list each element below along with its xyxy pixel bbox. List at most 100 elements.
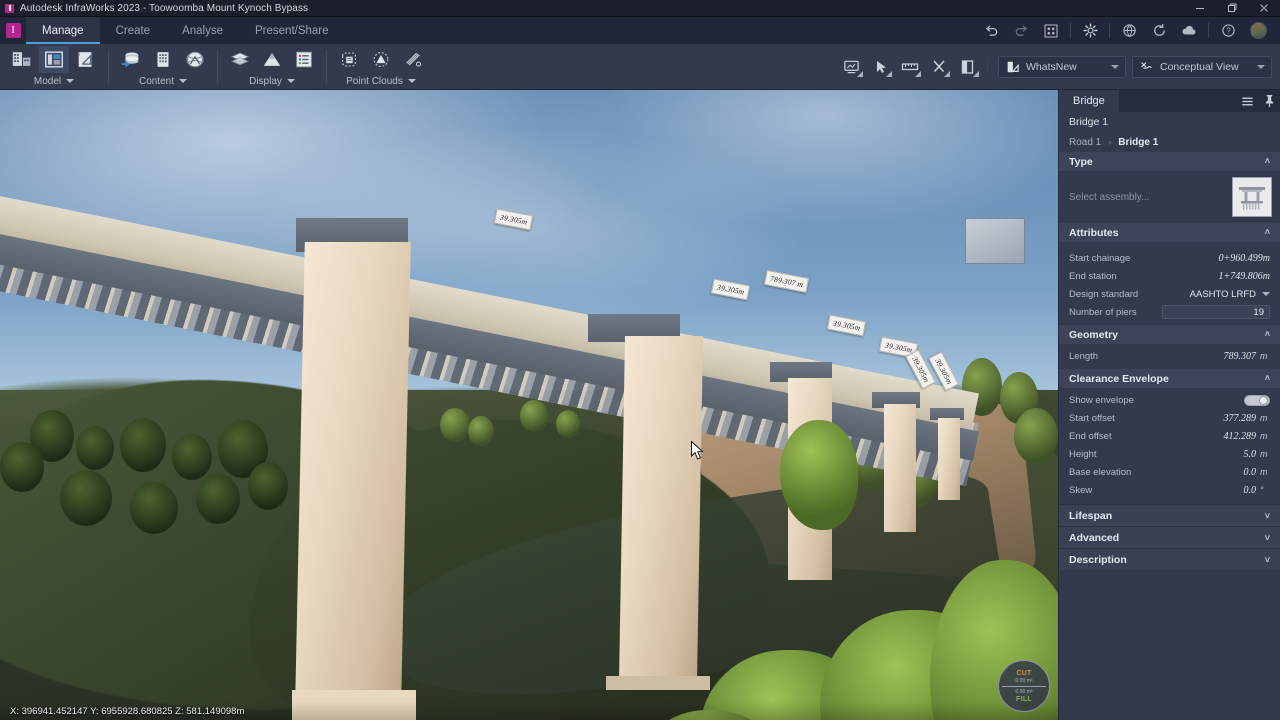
section-view-button[interactable] [954,53,981,80]
chevron-down-icon[interactable] [915,71,921,77]
restore-button[interactable] [1216,0,1248,17]
tab-present-share[interactable]: Present/Share [239,17,345,44]
section-header-clearance-envelope[interactable]: Clearance Envelope ˄ [1059,369,1280,388]
section-header-lifespan[interactable]: Lifespan ˅ [1059,504,1280,526]
chevron-down-icon[interactable] [973,71,979,77]
chevron-up-icon[interactable]: ˄ [1265,157,1270,166]
application-menu-button[interactable] [0,17,26,44]
bridge-pier[interactable] [938,418,960,500]
section-header-advanced[interactable]: Advanced ˅ [1059,526,1280,548]
design-standard-select[interactable]: AASHTO LRFD [1190,289,1270,300]
city-builder-icon [157,51,169,67]
user-account-button[interactable] [1243,17,1273,44]
chevron-down-icon[interactable] [179,79,188,83]
start-chainage-value[interactable]: 0+960.499m [1219,253,1270,264]
help-button[interactable]: ? [1213,17,1243,44]
ribbon-group-model-label[interactable]: Model [33,75,75,88]
point-cloud-manage-button[interactable] [334,46,364,73]
tab-manage[interactable]: Manage [26,17,100,44]
minimize-button[interactable] [1184,0,1216,17]
3d-viewport[interactable]: 39.305m 39.305m 789.307 m 39.305m 39.305… [0,90,1058,720]
section-header-type[interactable]: Type ˄ [1059,152,1280,171]
visual-style-combo[interactable]: Conceptual View [1132,55,1272,78]
model-explorer-button[interactable] [39,45,69,73]
measure-tool-button[interactable] [896,53,923,80]
feature-list-button[interactable] [289,46,319,73]
chevron-down-icon[interactable]: ˅ [1265,555,1270,565]
cut-fill-gauge[interactable]: CUT 0.00 m³ 0.00 m³ FILL [998,660,1050,712]
globe-button[interactable] [1114,17,1144,44]
coordinate-system-button[interactable] [180,46,210,73]
panel-tab-bridge[interactable]: Bridge [1059,90,1119,112]
proposals-button[interactable] [71,46,101,73]
chevron-down-icon[interactable] [857,71,863,77]
terrain-themes-button[interactable] [257,46,287,73]
section-header-description[interactable]: Description ˅ [1059,548,1280,570]
point-cloud-crop-button[interactable] [398,46,428,73]
show-envelope-toggle[interactable] [1244,394,1270,406]
bookmark-view-combo[interactable]: WhatsNew [998,55,1126,78]
chevron-down-icon[interactable]: ˅ [1265,511,1270,521]
layout-button[interactable] [1036,17,1066,44]
model-builder-button[interactable] [7,46,37,73]
base-elevation-value[interactable]: 0.0 [1244,467,1257,478]
hamburger-menu-icon [1241,97,1253,105]
bridge-pier[interactable] [884,404,916,532]
section-header-geometry[interactable]: Geometry ˄ [1059,325,1280,344]
refresh-button[interactable] [1144,17,1174,44]
ribbon-group-display-label[interactable]: Display [249,75,295,88]
end-station-value[interactable]: 1+749.806m [1219,271,1270,282]
display-settings-button[interactable] [838,53,865,80]
chevron-down-icon[interactable] [886,71,892,77]
chevron-down-icon[interactable] [1257,64,1265,69]
chevron-down-icon[interactable]: ˅ [1265,533,1270,543]
bridge-pier[interactable] [295,242,411,702]
settings-button[interactable] [1075,17,1105,44]
select-tool-button[interactable] [867,53,894,80]
chevron-down-icon[interactable] [286,79,295,83]
chevron-down-icon[interactable] [407,79,416,83]
data-sources-button[interactable] [116,46,146,73]
number-of-piers-input[interactable]: 19 [1162,305,1270,319]
close-button[interactable] [1248,0,1280,17]
tab-create[interactable]: Create [100,17,167,44]
panel-pin-button[interactable] [1258,90,1280,112]
undo-button[interactable] [976,17,1006,44]
chevron-down-icon[interactable] [944,71,950,77]
properties-panel: Bridge Bridge 1 Road 1 › Bridge 1 Type ˄… [1058,90,1280,720]
model-group-text: Model [33,75,62,87]
chevron-down-icon[interactable] [1111,64,1119,69]
length-value[interactable]: 789.307 [1224,351,1257,362]
layers-button[interactable] [225,46,255,73]
model-explorer-icon [45,50,63,68]
chevron-up-icon[interactable]: ˄ [1265,228,1270,237]
chevron-down-icon[interactable] [66,79,75,83]
bridge-pier[interactable] [618,336,704,682]
ribbon-group-content-label[interactable]: Content [139,75,188,88]
row-start-chainage: Start chainage 0+960.499m [1059,249,1280,267]
end-offset-value[interactable]: 412.289 [1224,431,1257,442]
bridge-assembly-thumbnail[interactable] [1232,177,1272,217]
height-value[interactable]: 5.0 [1244,449,1257,460]
select-assembly-placeholder[interactable]: Select assembly... [1069,192,1149,203]
chevron-up-icon[interactable]: ˄ [1265,374,1270,383]
model-object-box[interactable] [965,218,1025,264]
cut-value: 0.00 m³ [1015,677,1033,684]
section-header-attributes[interactable]: Attributes ˄ [1059,223,1280,242]
chevron-down-icon[interactable] [1262,292,1270,296]
skew-value[interactable]: 0.0 [1244,485,1257,496]
base-elevation-unit: m [1260,467,1268,477]
breadcrumb-parent[interactable]: Road 1 [1069,137,1101,148]
chevron-up-icon[interactable]: ˄ [1265,330,1270,339]
analysis-tool-button[interactable] [925,53,952,80]
window-title: Autodesk InfraWorks 2023 - Toowoomba Mou… [20,2,309,14]
redo-button[interactable] [1006,17,1036,44]
tab-analyse[interactable]: Analyse [166,17,239,44]
city-builder-button[interactable] [148,46,178,73]
cloud-button[interactable] [1174,17,1204,44]
feature-list-icon [296,51,312,67]
start-offset-value[interactable]: 377.289 [1224,413,1257,424]
point-cloud-terrain-button[interactable] [366,46,396,73]
panel-menu-button[interactable] [1236,90,1258,112]
ribbon-group-point-clouds-label[interactable]: Point Clouds [346,75,416,88]
